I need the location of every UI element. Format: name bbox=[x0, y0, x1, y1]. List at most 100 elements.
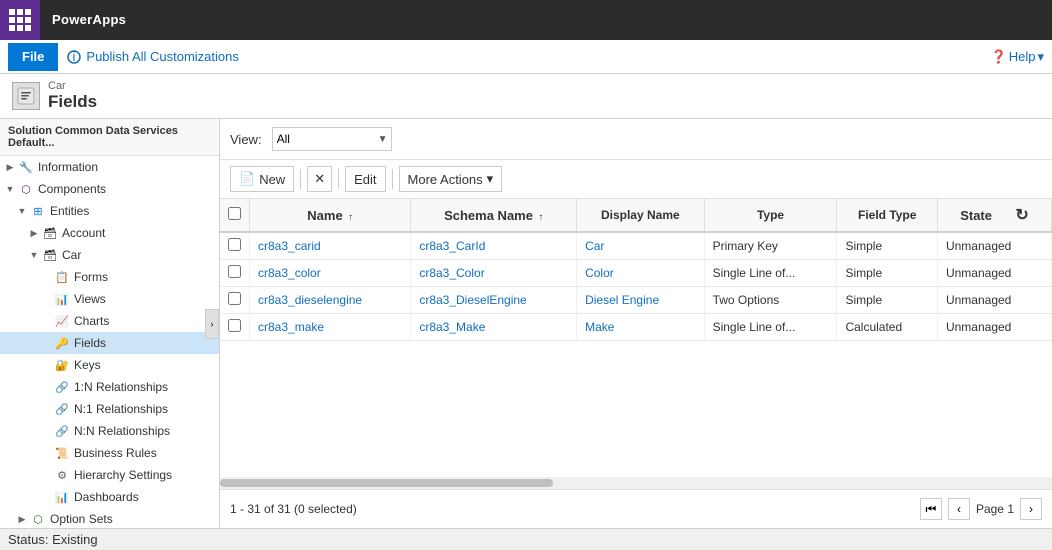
sidebar-item-fields[interactable]: ▶ 🔑 Fields bbox=[0, 332, 219, 354]
sidebar-item-label: Dashboards bbox=[74, 490, 139, 504]
help-button[interactable]: ❓ Help ▾ bbox=[991, 49, 1044, 65]
expand-arrow: ▼ bbox=[4, 183, 16, 195]
col-state[interactable]: State ↻ bbox=[937, 199, 1051, 232]
sort-indicator-schema: ↑ bbox=[538, 212, 543, 223]
sidebar-item-rel-1n[interactable]: ▶ 🔗 1:N Relationships bbox=[0, 376, 219, 398]
select-all-checkbox[interactable] bbox=[228, 207, 241, 220]
car-icon: 🗃 bbox=[42, 247, 58, 263]
scrollbar-thumb[interactable] bbox=[220, 479, 553, 487]
waffle-button[interactable] bbox=[0, 0, 40, 40]
cell-display-name: Make bbox=[577, 314, 705, 341]
sidebar-item-option-sets[interactable]: ▶ ⬡ Option Sets bbox=[0, 508, 219, 528]
account-icon: 🗃 bbox=[42, 225, 58, 241]
cell-field-type: Simple bbox=[837, 287, 938, 314]
expand-arrow: ▶ bbox=[4, 161, 16, 173]
prev-page-button[interactable]: ‹ bbox=[948, 498, 970, 520]
edit-button[interactable]: Edit bbox=[345, 166, 385, 192]
sidebar-item-keys[interactable]: ▶ 🔐 Keys bbox=[0, 354, 219, 376]
row-checkbox-cell[interactable] bbox=[220, 260, 250, 287]
dash-icon: 📊 bbox=[54, 489, 70, 505]
svg-text:i: i bbox=[73, 49, 76, 64]
cell-name[interactable]: cr8a3_dieselengine bbox=[250, 287, 411, 314]
expand-arrow: ▼ bbox=[28, 249, 40, 261]
rules-icon: 📜 bbox=[54, 445, 70, 461]
charts-icon: 📈 bbox=[54, 313, 70, 329]
file-button[interactable]: File bbox=[8, 43, 58, 71]
new-button[interactable]: 📄 New bbox=[230, 166, 294, 192]
expand-arrow: ▶ bbox=[16, 513, 28, 525]
cell-field-type: Simple bbox=[837, 260, 938, 287]
sidebar-item-label: Fields bbox=[74, 336, 106, 350]
sidebar-item-label: N:1 Relationships bbox=[74, 402, 168, 416]
sidebar-item-account[interactable]: ▶ 🗃 Account bbox=[0, 222, 219, 244]
sidebar-item-rel-nn[interactable]: ▶ 🔗 N:N Relationships bbox=[0, 420, 219, 442]
page-number: Page 1 bbox=[976, 502, 1014, 516]
col-field-type[interactable]: Field Type bbox=[837, 199, 938, 232]
next-page-button[interactable]: › bbox=[1020, 498, 1042, 520]
sidebar-item-information[interactable]: ▶ 🔧 Information bbox=[0, 156, 219, 178]
cell-schema-name[interactable]: cr8a3_DieselEngine bbox=[411, 287, 577, 314]
app-title: PowerApps bbox=[40, 11, 126, 29]
ribbon-bar: File i Publish All Customizations ❓ Help… bbox=[0, 40, 1052, 74]
col-type[interactable]: Type bbox=[704, 199, 837, 232]
cell-field-type: Simple bbox=[837, 232, 938, 260]
sidebar-item-business-rules[interactable]: ▶ 📜 Business Rules bbox=[0, 442, 219, 464]
pagination-info: 1 - 31 of 31 (0 selected) bbox=[230, 502, 357, 516]
delete-button[interactable]: ✕ bbox=[307, 166, 332, 192]
sidebar-item-components[interactable]: ▼ ⬡ Components bbox=[0, 178, 219, 200]
publish-icon: i bbox=[66, 49, 82, 65]
sidebar-item-label: Information bbox=[38, 160, 98, 174]
refresh-icon[interactable]: ↻ bbox=[1015, 207, 1028, 224]
main-panel: View: All Custom Customizable Managed Un… bbox=[220, 119, 1052, 528]
publish-button[interactable]: i Publish All Customizations bbox=[66, 49, 238, 65]
cell-schema-name[interactable]: cr8a3_Make bbox=[411, 314, 577, 341]
cell-name[interactable]: cr8a3_carid bbox=[250, 232, 411, 260]
top-bar: PowerApps bbox=[0, 0, 1052, 40]
row-checkbox-cell[interactable] bbox=[220, 314, 250, 341]
row-checkbox-cell[interactable] bbox=[220, 232, 250, 260]
col-schema-name[interactable]: Schema Name ↑ bbox=[411, 199, 577, 232]
sidebar-item-label: Keys bbox=[74, 358, 101, 372]
sidebar-more-button[interactable]: › bbox=[205, 309, 219, 339]
col-name[interactable]: Name ↑ bbox=[250, 199, 411, 232]
sidebar-item-charts[interactable]: ▶ 📈 Charts bbox=[0, 310, 219, 332]
sidebar-item-car[interactable]: ▼ 🗃 Car bbox=[0, 244, 219, 266]
solution-label: Solution Common Data Services Default... bbox=[0, 119, 219, 156]
cell-name[interactable]: cr8a3_make bbox=[250, 314, 411, 341]
row-checkbox[interactable] bbox=[228, 238, 241, 251]
table-row: cr8a3_dieselengine cr8a3_DieselEngine Di… bbox=[220, 287, 1052, 314]
entity-icon bbox=[12, 82, 40, 110]
fields-table: Name ↑ Schema Name ↑ Display Name Type F… bbox=[220, 199, 1052, 341]
pagination-bar: 1 - 31 of 31 (0 selected) ⏮ ‹ Page 1 › bbox=[220, 489, 1052, 528]
sidebar-scroll[interactable]: ▶ 🔧 Information ▼ ⬡ Components ▼ ⊞ Entit… bbox=[0, 156, 219, 528]
sidebar-item-dashboards[interactable]: ▶ 📊 Dashboards bbox=[0, 486, 219, 508]
sidebar-item-hierarchy[interactable]: ▶ ⚙ Hierarchy Settings bbox=[0, 464, 219, 486]
hier-icon: ⚙ bbox=[54, 467, 70, 483]
delete-icon: ✕ bbox=[314, 171, 325, 187]
sidebar-item-forms[interactable]: ▶ 📋 Forms bbox=[0, 266, 219, 288]
sidebar-item-views[interactable]: ▶ 📊 Views bbox=[0, 288, 219, 310]
cell-field-type: Calculated bbox=[837, 314, 938, 341]
table-container[interactable]: Name ↑ Schema Name ↑ Display Name Type F… bbox=[220, 199, 1052, 477]
cell-schema-name[interactable]: cr8a3_CarId bbox=[411, 232, 577, 260]
sidebar-item-rel-n1[interactable]: ▶ 🔗 N:1 Relationships bbox=[0, 398, 219, 420]
select-all-header[interactable] bbox=[220, 199, 250, 232]
row-checkbox[interactable] bbox=[228, 265, 241, 278]
page-title-area: Car Fields bbox=[48, 80, 97, 112]
row-checkbox-cell[interactable] bbox=[220, 287, 250, 314]
cell-display-name: Diesel Engine bbox=[577, 287, 705, 314]
view-select[interactable]: All Custom Customizable Managed Unmanage… bbox=[272, 127, 392, 151]
rel-nn-icon: 🔗 bbox=[54, 423, 70, 439]
sidebar-item-entities[interactable]: ▼ ⊞ Entities bbox=[0, 200, 219, 222]
col-display-name[interactable]: Display Name bbox=[577, 199, 705, 232]
cell-type: Single Line of... bbox=[704, 260, 837, 287]
more-actions-button[interactable]: More Actions ▾ bbox=[399, 166, 503, 192]
row-checkbox[interactable] bbox=[228, 292, 241, 305]
first-page-button[interactable]: ⏮ bbox=[920, 498, 942, 520]
waffle-icon bbox=[9, 9, 31, 31]
horizontal-scrollbar[interactable] bbox=[220, 477, 1052, 489]
cell-schema-name[interactable]: cr8a3_Color bbox=[411, 260, 577, 287]
row-checkbox[interactable] bbox=[228, 319, 241, 332]
cell-name[interactable]: cr8a3_color bbox=[250, 260, 411, 287]
rel-n1-icon: 🔗 bbox=[54, 401, 70, 417]
